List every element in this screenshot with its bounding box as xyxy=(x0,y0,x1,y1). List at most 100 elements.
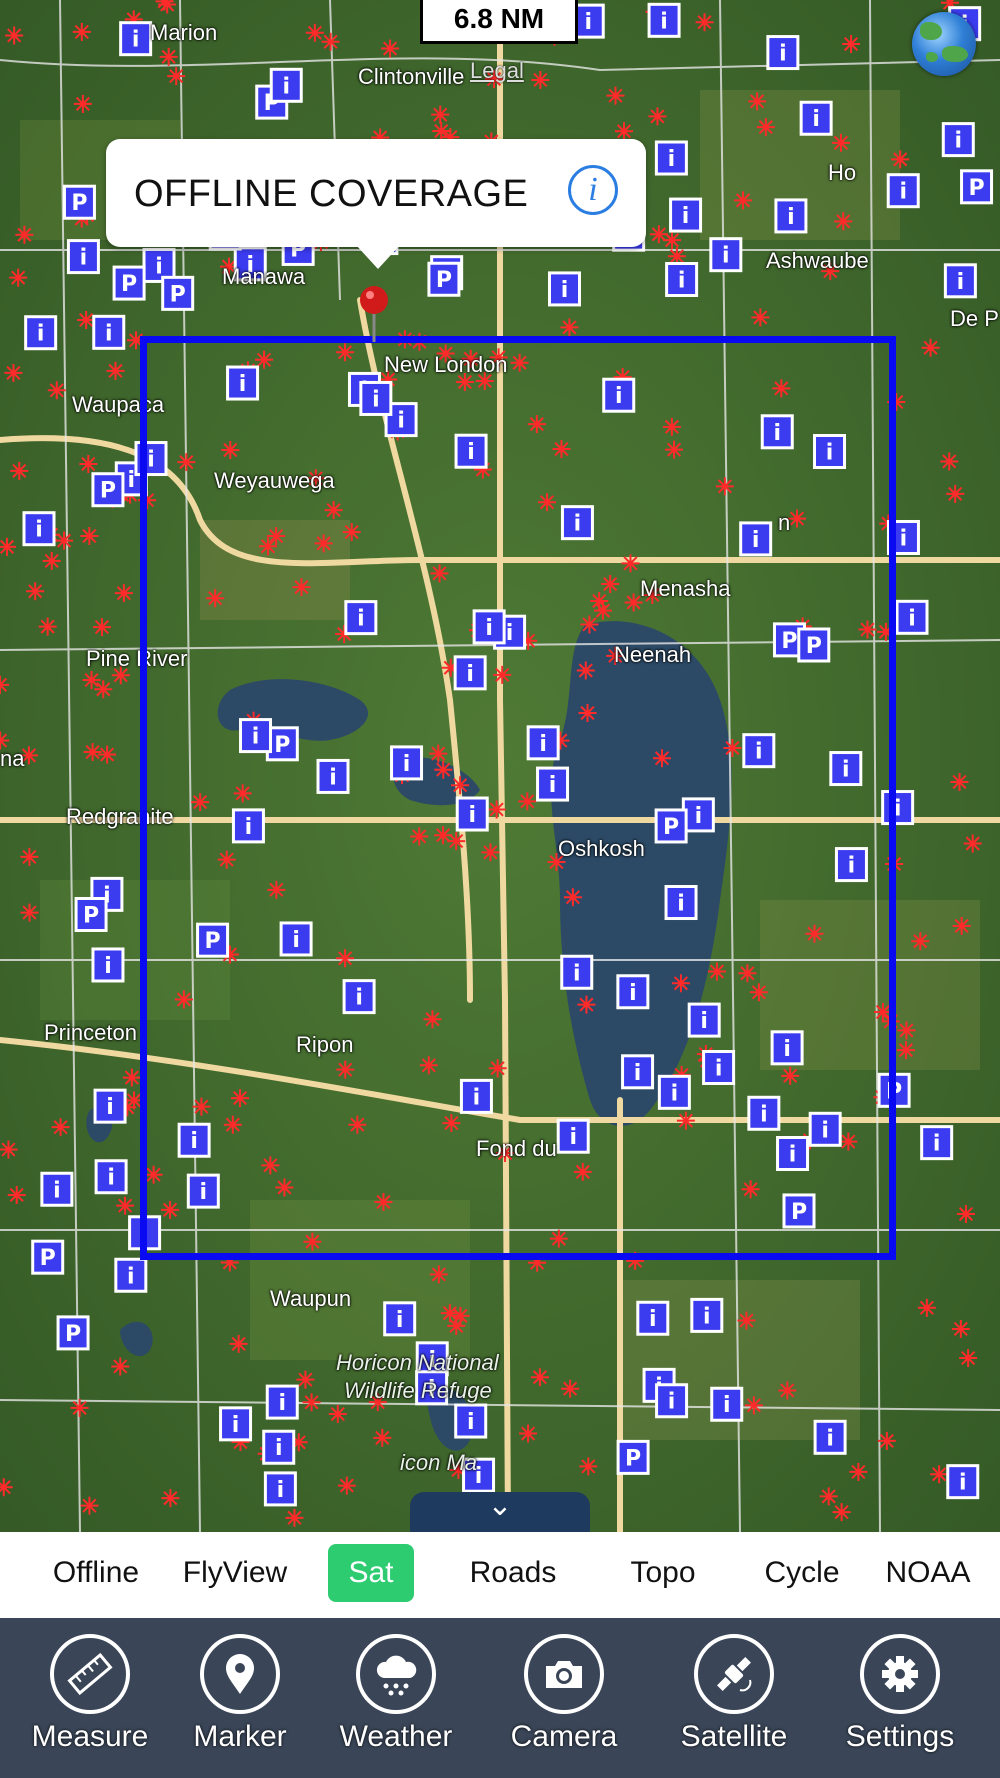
info-marker: i xyxy=(383,1301,417,1337)
measure-button[interactable]: Measure xyxy=(20,1634,160,1754)
offline-coverage-callout[interactable]: OFFLINE COVERAGE i xyxy=(106,139,646,269)
place-label: Wildlife Refuge xyxy=(344,1378,492,1403)
poi-star-marker xyxy=(305,23,324,42)
layer-tab-roads[interactable]: Roads xyxy=(448,1544,578,1602)
svg-text:P: P xyxy=(40,1246,56,1271)
pin-icon xyxy=(226,1654,254,1694)
svg-text:P: P xyxy=(170,282,186,307)
layer-tab-offline[interactable]: Offline xyxy=(36,1544,156,1602)
info-icon[interactable]: i xyxy=(568,165,618,215)
info-marker: P xyxy=(56,1315,90,1351)
satellite-icon xyxy=(717,1657,752,1692)
place-label: icon Ma xyxy=(400,1450,478,1475)
poi-star-marker xyxy=(832,1503,851,1522)
svg-text:i: i xyxy=(668,147,676,172)
info-marker: i xyxy=(774,198,808,234)
info-marker: i xyxy=(262,1429,296,1465)
satellite-map[interactable]: iiiPiiiiiPiiiiiPiiiiiPiiiiiPiiiiiPiiiiiP… xyxy=(0,0,1000,1532)
svg-text:i: i xyxy=(723,1393,731,1418)
poi-star-marker xyxy=(159,47,178,66)
drawer-handle[interactable]: ⌄ xyxy=(410,1489,590,1532)
poi-star-marker xyxy=(80,527,99,546)
poi-star-marker xyxy=(451,1306,470,1325)
place-label: Manawa xyxy=(222,264,306,289)
poi-star-marker xyxy=(161,1489,180,1508)
offline-coverage-box xyxy=(140,336,896,1260)
poi-star-marker xyxy=(842,35,861,54)
map-layer-bar: Offline FlyView Sat Roads Topo Cycle NOA… xyxy=(0,1532,1000,1618)
poi-star-marker xyxy=(952,916,971,935)
settings-label: Settings xyxy=(845,1720,955,1753)
info-marker: i xyxy=(66,239,100,275)
poi-star-marker xyxy=(82,671,101,690)
poi-star-marker xyxy=(606,86,625,105)
poi-star-marker xyxy=(917,1298,936,1317)
svg-text:i: i xyxy=(155,254,163,279)
camera-button[interactable]: Camera xyxy=(494,1634,634,1754)
bottom-toolbar: Measure Marker Weather Camera Satellite … xyxy=(0,1618,1000,1778)
info-marker: i xyxy=(269,67,303,103)
svg-text:i: i xyxy=(277,1478,285,1503)
place-label: Princeton xyxy=(44,1020,137,1045)
svg-text:i: i xyxy=(668,1390,676,1415)
svg-text:i: i xyxy=(584,10,592,35)
layer-tab-flyview[interactable]: FlyView xyxy=(170,1544,300,1602)
gear-icon xyxy=(882,1656,918,1692)
poi-star-marker xyxy=(831,133,850,152)
layer-tab-cycle[interactable]: Cycle xyxy=(744,1544,860,1602)
info-marker: i xyxy=(655,1383,689,1419)
svg-text:i: i xyxy=(787,205,795,230)
chevron-down-icon: ⌄ xyxy=(487,1489,513,1522)
svg-text:i: i xyxy=(955,129,963,154)
marker-button[interactable]: Marker xyxy=(170,1634,310,1754)
info-marker: P xyxy=(112,265,146,301)
poi-star-marker xyxy=(285,1508,304,1527)
settings-button[interactable]: Settings xyxy=(830,1634,970,1754)
weather-button[interactable]: Weather xyxy=(326,1634,466,1754)
satellite-button[interactable]: Satellite xyxy=(664,1634,804,1754)
svg-text:i: i xyxy=(128,468,136,493)
info-marker: i xyxy=(941,122,975,158)
poi-star-marker xyxy=(951,1319,970,1338)
legal-link[interactable]: Legal xyxy=(470,58,524,84)
poi-star-marker xyxy=(737,1311,756,1330)
svg-text:i: i xyxy=(826,1426,834,1451)
poi-star-marker xyxy=(337,1476,356,1495)
svg-text:i: i xyxy=(649,1307,657,1332)
svg-text:P: P xyxy=(121,272,137,297)
layer-tab-sat[interactable]: Sat xyxy=(328,1544,414,1602)
svg-text:i: i xyxy=(106,1095,114,1120)
poi-star-marker xyxy=(963,834,982,853)
poi-star-marker xyxy=(229,1334,248,1353)
svg-text:i: i xyxy=(660,9,668,34)
info-marker: P xyxy=(91,472,125,508)
globe-icon[interactable] xyxy=(912,12,976,76)
svg-text:i: i xyxy=(959,1471,967,1496)
info-marker: P xyxy=(74,896,108,932)
info-marker: i xyxy=(93,1088,127,1124)
poi-star-marker xyxy=(47,381,66,400)
info-marker: P xyxy=(31,1239,65,1275)
layer-tab-noaa[interactable]: NOAA xyxy=(868,1544,988,1602)
svg-text:i: i xyxy=(703,1304,711,1329)
place-label: Waupun xyxy=(270,1286,352,1311)
info-marker: i xyxy=(943,263,977,299)
map-pin-icon[interactable] xyxy=(359,284,389,342)
poi-star-marker xyxy=(106,361,125,380)
poi-star-marker xyxy=(891,150,910,169)
poi-star-marker xyxy=(94,680,113,699)
place-label: Horicon National xyxy=(336,1350,499,1375)
poi-star-marker xyxy=(561,1379,580,1398)
layer-tab-topo[interactable]: Topo xyxy=(608,1544,718,1602)
info-marker: i xyxy=(22,511,56,547)
info-marker: P xyxy=(616,1439,650,1475)
svg-text:i: i xyxy=(232,1413,240,1438)
marker-label: Marker xyxy=(193,1720,287,1753)
poi-star-marker xyxy=(4,363,23,382)
poi-star-marker xyxy=(15,225,34,244)
poi-star-marker xyxy=(734,191,753,210)
poi-star-marker xyxy=(92,618,111,637)
info-marker: i xyxy=(709,237,743,273)
poi-star-marker xyxy=(778,1381,797,1400)
info-marker: i xyxy=(647,2,681,38)
